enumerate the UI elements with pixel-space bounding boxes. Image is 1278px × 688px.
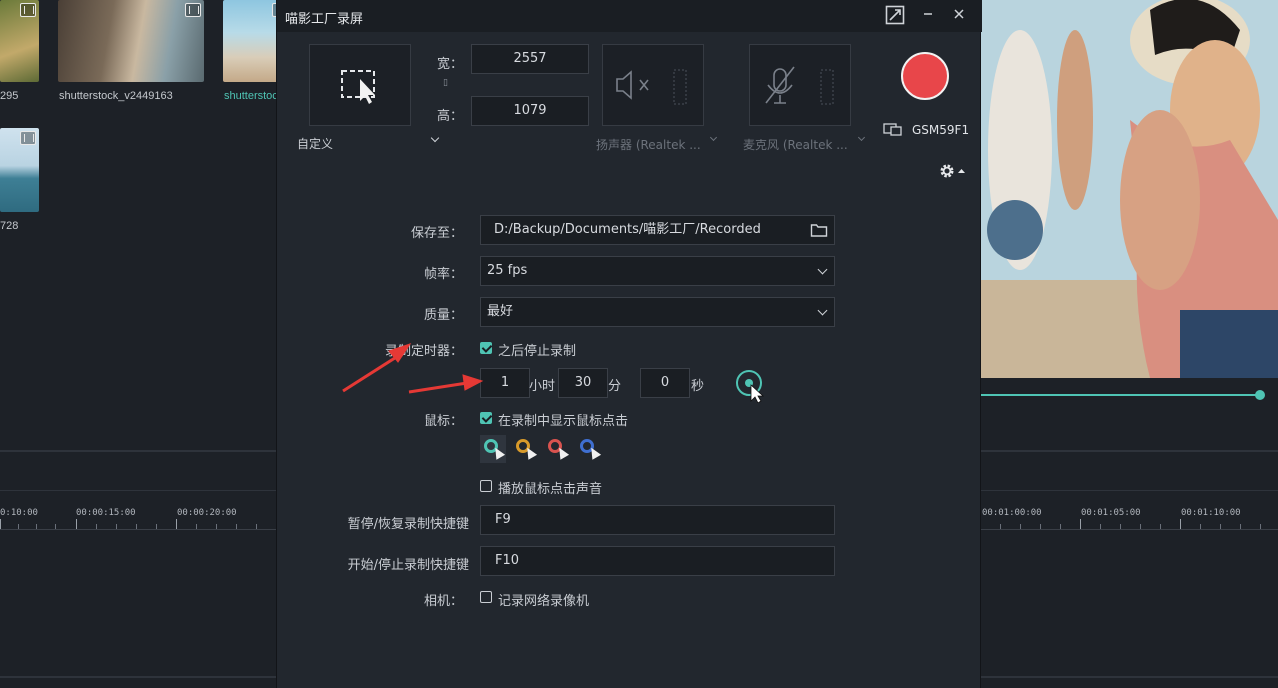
annotation-arrows [342,343,484,394]
annotation-arrow-icon [408,381,468,394]
annotation-arrow-icon [342,354,399,393]
annotation-arrow-icon [462,374,484,391]
